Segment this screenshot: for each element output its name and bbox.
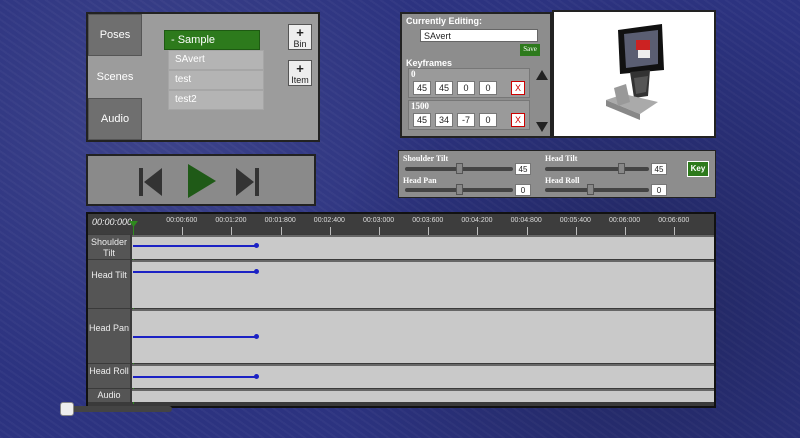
tick-label: 00:01:200 (215, 217, 247, 224)
list-item-test2[interactable]: test2 (168, 90, 264, 110)
tick-mark (477, 227, 479, 235)
save-button[interactable]: Save (520, 44, 540, 56)
scene-name-field[interactable]: SAvert (420, 29, 538, 42)
tick-label: 00:00:600 (166, 217, 198, 224)
tick-label: 00:04:200 (461, 217, 493, 224)
tick-mark (329, 227, 331, 235)
keyframe-value-field[interactable]: 0 (479, 113, 497, 127)
keyframe-time: 0 (411, 69, 416, 79)
keyframe-value-field[interactable]: 45 (413, 81, 431, 95)
keyframe-value-field[interactable]: 0 (457, 81, 475, 95)
slider-thumb[interactable] (586, 184, 594, 195)
tick-mark (526, 227, 528, 235)
slider-thumb[interactable] (456, 184, 463, 195)
tick-mark (280, 227, 282, 235)
tab-poses[interactable]: Poses (88, 14, 142, 56)
tick-mark (625, 227, 626, 235)
tick-mark (379, 227, 380, 235)
key-button[interactable]: Key (687, 161, 709, 177)
keyframe-marker[interactable] (254, 374, 259, 379)
keyframe-curve[interactable] (133, 271, 256, 273)
playhead-marker-icon[interactable] (129, 221, 138, 227)
robot-preview-image (606, 24, 664, 120)
keyframes-heading: Keyframes (406, 58, 453, 68)
tick-label: 00:04:800 (510, 217, 542, 224)
current-time-display: 00:00:000 (92, 217, 133, 227)
tick-mark (182, 227, 184, 235)
track-label: Head Pan (88, 309, 130, 363)
track-label: Head Roll (88, 364, 130, 388)
keyframe-value-field[interactable]: -7 (457, 113, 475, 127)
slider-label: Shoulder Tilt (403, 154, 449, 163)
tab-scenes[interactable]: Scenes (88, 56, 142, 98)
tick-label: 00:06:000 (609, 217, 641, 224)
track-row[interactable] (132, 260, 714, 308)
keyframe-value-field[interactable]: 34 (435, 113, 453, 127)
add-item-label: Item (291, 75, 309, 85)
tab-audio[interactable]: Audio (88, 98, 142, 140)
head-tilt-slider[interactable] (545, 167, 649, 171)
scroll-up-icon[interactable] (536, 70, 548, 80)
slider-label: Head Tilt (545, 154, 578, 163)
tick-label: 00:06:600 (658, 217, 690, 224)
slider-value[interactable]: 0 (515, 184, 531, 196)
keyframe-marker[interactable] (254, 334, 259, 339)
play-icon[interactable] (186, 162, 218, 200)
plus-icon: + (296, 61, 304, 76)
scroll-down-icon[interactable] (536, 122, 548, 132)
timeline-zoom-handle[interactable] (60, 402, 74, 416)
track-row[interactable] (132, 235, 714, 259)
head-roll-slider[interactable] (545, 188, 649, 192)
add-bin-button[interactable]: + Bin (288, 24, 312, 50)
tick-label: 00:02:400 (313, 217, 345, 224)
keyframe-value-field[interactable]: 45 (435, 81, 453, 95)
timeline-zoom-track[interactable] (64, 406, 172, 412)
slider-value[interactable]: 0 (651, 184, 667, 196)
slider-value[interactable]: 45 (515, 163, 531, 175)
list-item-savert[interactable]: SAvert (168, 50, 264, 70)
keyframe-curve[interactable] (133, 376, 256, 378)
track-label: Head Tilt (88, 260, 130, 308)
slider-label: Head Roll (545, 176, 580, 185)
tick-label: 00:05:400 (559, 217, 591, 224)
delete-keyframe-button[interactable]: X (511, 81, 525, 95)
keyframe-time: 1500 (411, 101, 429, 111)
keyframe-marker[interactable] (254, 269, 259, 274)
tick-mark (231, 227, 233, 235)
add-item-button[interactable]: + Item (288, 60, 312, 86)
list-item-sample[interactable]: - Sample (164, 30, 260, 50)
audio-track-row[interactable] (132, 389, 714, 402)
servo-sliders-panel: Shoulder Tilt 45 Head Tilt 45 Head Pan 0… (398, 150, 716, 198)
tick-mark (428, 227, 430, 235)
scene-browser-panel: Poses Scenes Audio - Sample SAvert test … (86, 12, 320, 142)
tick-mark (575, 227, 577, 235)
robot-preview-panel (552, 10, 716, 138)
slider-thumb[interactable] (456, 163, 463, 174)
list-item-test[interactable]: test (168, 70, 264, 90)
track-label: Audio (88, 389, 130, 402)
skip-back-icon[interactable] (138, 166, 164, 198)
currently-editing-heading: Currently Editing: (406, 16, 482, 26)
slider-value[interactable]: 45 (651, 163, 667, 175)
keyframe-value-field[interactable]: 45 (413, 113, 431, 127)
editor-panel: Currently Editing: SAvert Save Keyframes… (400, 12, 552, 138)
tick-label: 00:01:800 (264, 217, 296, 224)
slider-label: Head Pan (403, 176, 437, 185)
tick-mark (674, 227, 676, 235)
tick-label: 00:03:600 (412, 217, 444, 224)
transport-panel (86, 154, 316, 206)
slider-thumb[interactable] (617, 163, 625, 174)
track-label: Shoulder Tilt (88, 235, 130, 259)
plus-icon: + (296, 25, 304, 40)
keyframe-curve[interactable] (133, 336, 256, 338)
keyframe-row: 0 45 45 0 0 X (408, 68, 530, 98)
keyframe-marker[interactable] (254, 243, 259, 248)
tick-label: 00:03:000 (363, 217, 395, 224)
keyframe-value-field[interactable]: 0 (479, 81, 497, 95)
skip-forward-icon[interactable] (234, 166, 260, 198)
delete-keyframe-button[interactable]: X (511, 113, 525, 127)
add-bin-label: Bin (293, 39, 307, 49)
keyframe-row: 1500 45 34 -7 0 X (408, 100, 530, 130)
keyframe-curve[interactable] (133, 245, 256, 247)
